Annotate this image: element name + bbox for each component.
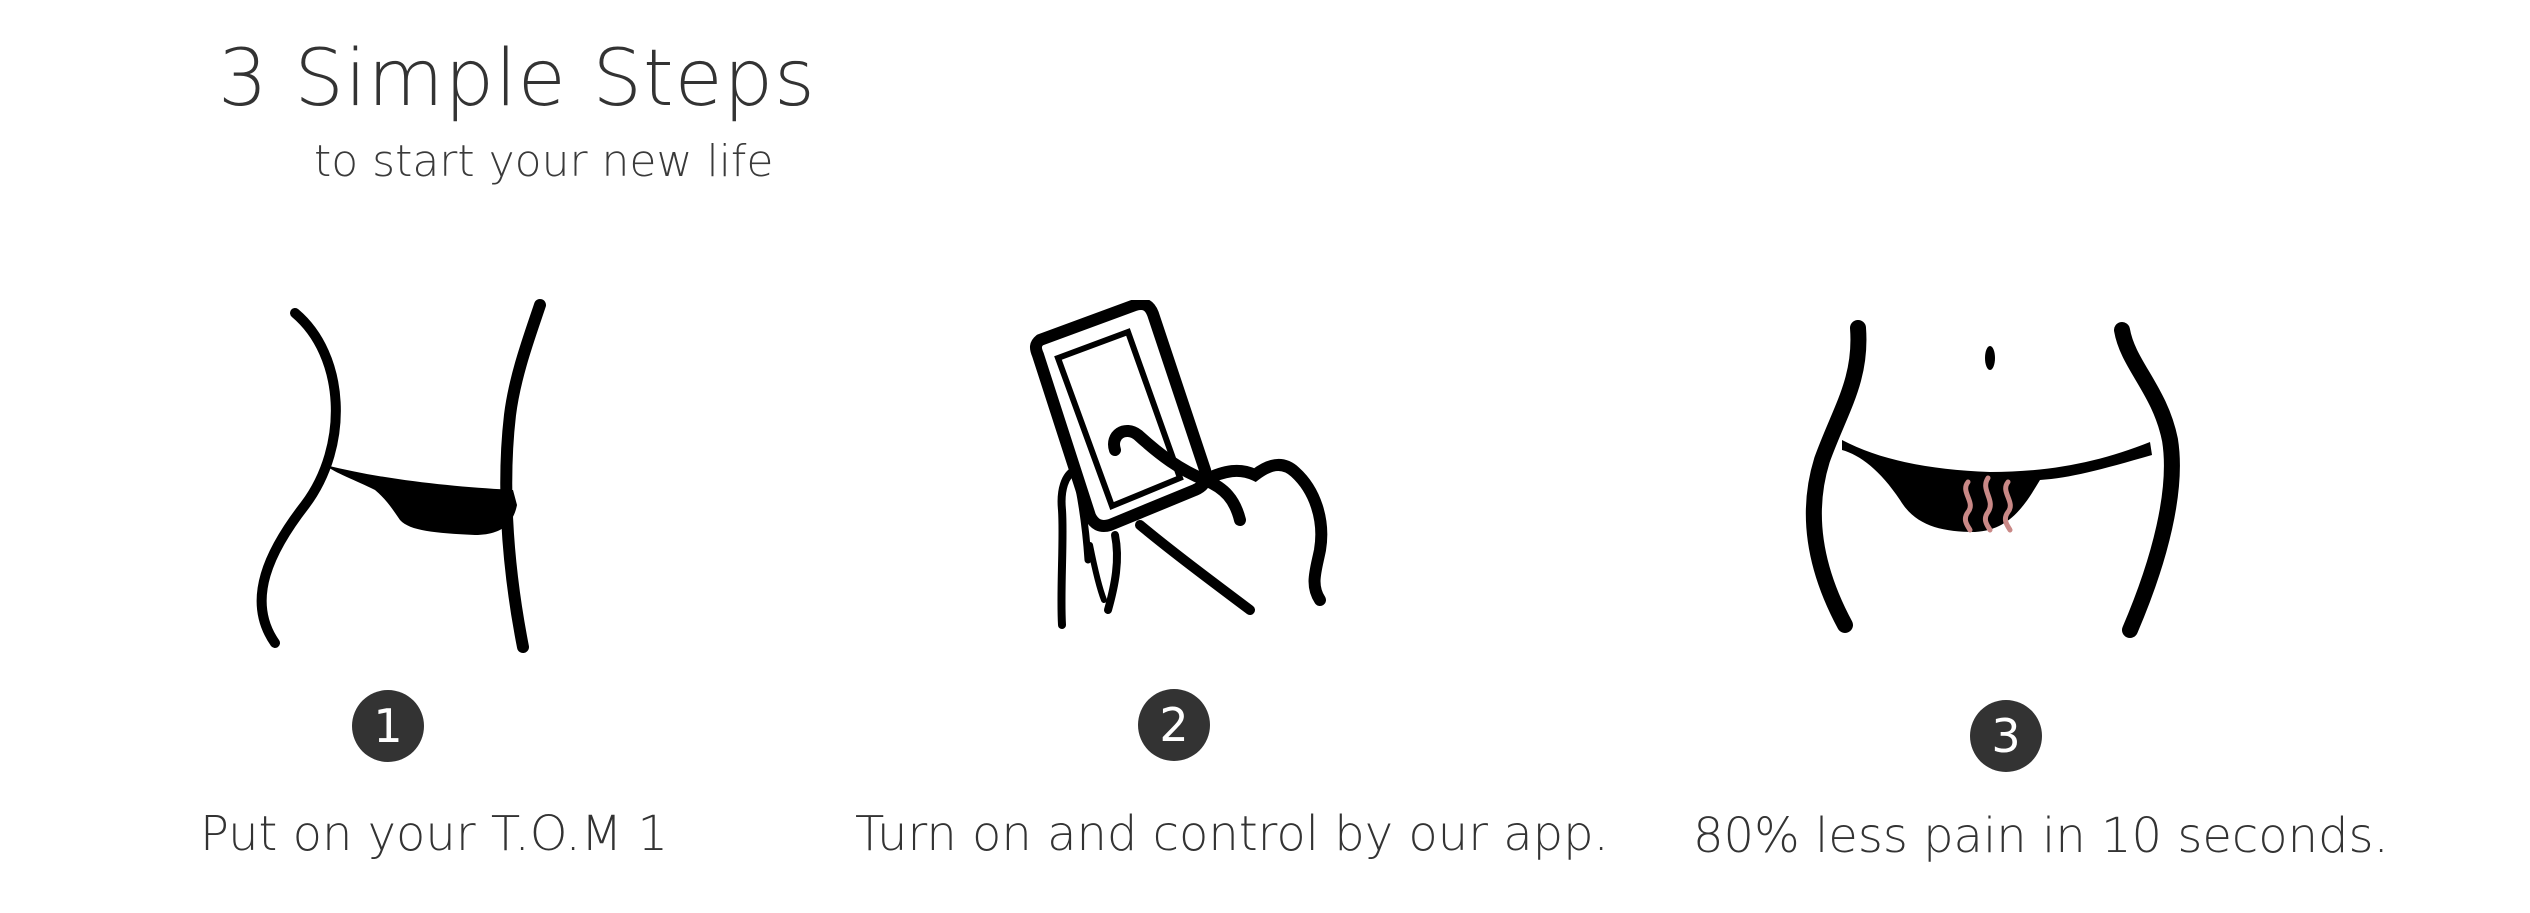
page-subtitle: to start your new life	[314, 136, 774, 187]
step-badge-1: 1	[352, 690, 424, 762]
step-caption-2: Turn on and control by our app.	[855, 806, 1609, 862]
page-title: 3 Simple Steps	[218, 34, 816, 124]
step-caption-3: 80% less pain in 10 seconds.	[1693, 808, 2389, 864]
step-caption-1: Put on your T.O.M 1	[200, 806, 669, 862]
step-badge-2: 2	[1138, 689, 1210, 761]
hand-holding-phone-icon	[1029, 300, 1328, 629]
belly-heat-belt-icon	[1805, 320, 2180, 638]
step-badge-3: 3	[1970, 700, 2042, 772]
waist-side-belt-icon	[256, 299, 546, 653]
